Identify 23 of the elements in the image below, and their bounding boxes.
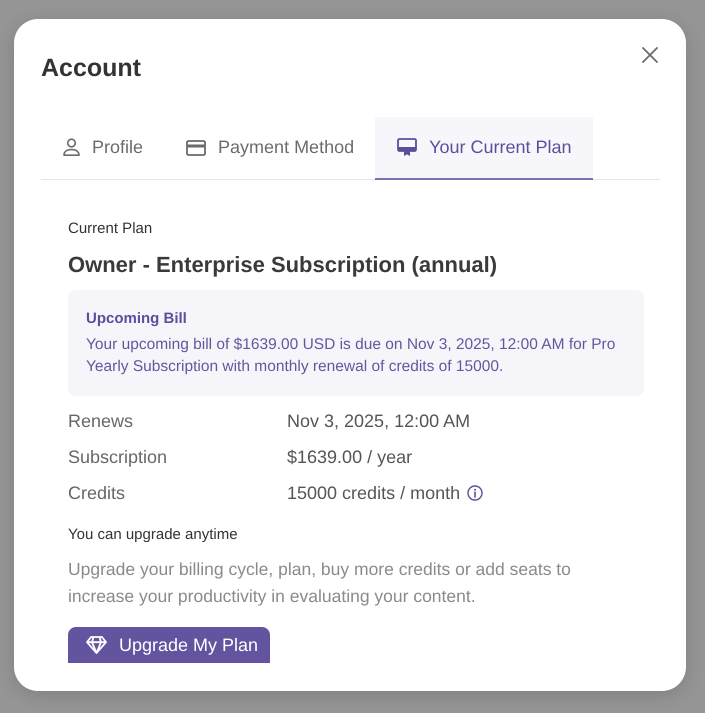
section-label: Current Plan [68, 220, 154, 238]
detail-value: $1639.00 / year [287, 446, 412, 468]
detail-value: 15000 credits / month [287, 482, 460, 504]
bill-title: Upcoming Bill [86, 309, 188, 329]
upgrade-description: Upgrade your billing cycle, plan, buy more credits or add seats to increase your productivity in evaluating your content. [68, 558, 572, 608]
upgrade-button[interactable]: Upgrade My Plan [68, 627, 270, 663]
detail-label: Credits [68, 482, 126, 504]
diamond-icon [86, 636, 107, 654]
dialog-title: Account [41, 53, 141, 83]
upgrade-heading: You can upgrade anytime [68, 526, 239, 544]
plan-name: Owner - Enterprise Subscription (annual) [68, 252, 498, 278]
tab[interactable]: Payment Method [164, 117, 376, 180]
certificate-icon [397, 138, 418, 157]
credit-card-icon [186, 140, 206, 156]
tab[interactable]: Profile [41, 117, 164, 180]
bill-description: Your upcoming bill of $1639.00 USD is due on Nov 3, 2025, 12:00 AM for Pro Yearly Subscription with monthly renewal of credits of 15000. [86, 335, 616, 377]
detail-value: Nov 3, 2025, 12:00 AM [287, 410, 470, 432]
detail-label: Renews [68, 410, 134, 432]
tab[interactable]: Your Current Plan [375, 117, 593, 180]
close-icon[interactable] [642, 47, 658, 63]
info-icon[interactable] [467, 485, 484, 501]
person-icon [63, 138, 80, 157]
detail-label: Subscription [68, 446, 168, 468]
